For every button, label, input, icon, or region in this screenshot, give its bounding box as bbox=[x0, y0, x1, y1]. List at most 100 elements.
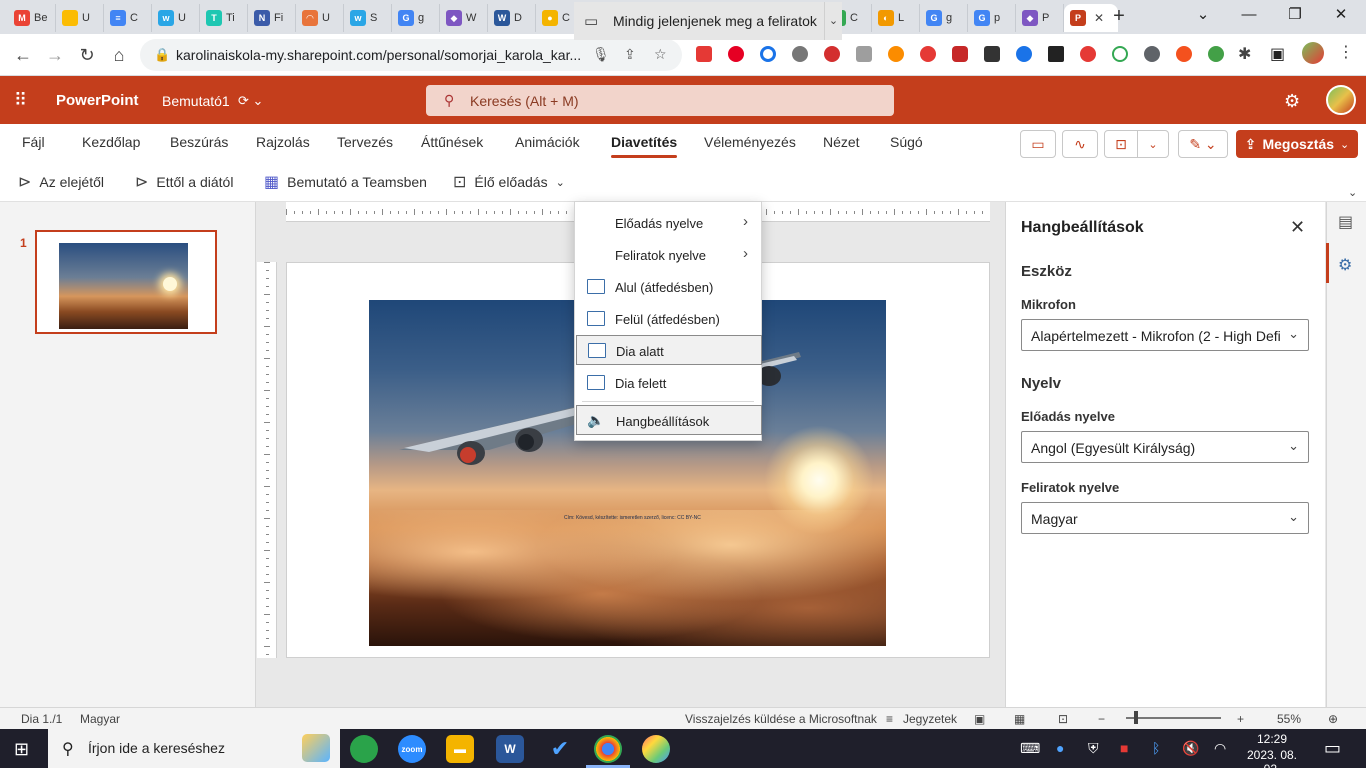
reading-view-icon[interactable]: ⊡ bbox=[1058, 712, 1068, 726]
sorter-view-icon[interactable]: ▦ bbox=[1014, 712, 1025, 726]
maximize-button[interactable]: ❐ bbox=[1272, 0, 1318, 32]
fit-to-window-icon[interactable]: ⊕ bbox=[1328, 712, 1338, 726]
menu-item-top-overlaid[interactable]: Felül (átfedésben) bbox=[576, 304, 762, 334]
subtitle-language-dropdown[interactable]: Magyar ⌄ bbox=[1021, 502, 1309, 534]
tab-nezet[interactable]: Nézet bbox=[823, 134, 860, 150]
taskbar-search-box[interactable]: ⚲ Írjon ide a kereséshez bbox=[48, 729, 340, 768]
paint-app-icon[interactable] bbox=[642, 735, 670, 763]
minimize-button[interactable]: — bbox=[1226, 0, 1272, 32]
tab-kezdolap[interactable]: Kezdőlap bbox=[82, 134, 140, 150]
browser-tab[interactable]: T Ti bbox=[200, 4, 248, 32]
browser-tab[interactable]: M Be bbox=[8, 4, 56, 32]
new-tab-button[interactable]: + bbox=[1108, 6, 1130, 28]
opera-icon[interactable] bbox=[920, 46, 936, 62]
pinterest-icon[interactable] bbox=[728, 46, 744, 62]
app-name[interactable]: PowerPoint bbox=[56, 92, 139, 109]
extension-icon-10[interactable] bbox=[984, 46, 1000, 62]
browser-tab[interactable]: ◐ L bbox=[872, 4, 920, 32]
editing-mode-button[interactable]: ✎ ⌄ bbox=[1178, 130, 1228, 158]
taskbar-app-1[interactable] bbox=[350, 735, 378, 763]
settings-gear-icon[interactable]: ⚙ bbox=[1284, 91, 1300, 112]
browser-tab[interactable]: Gg bbox=[392, 4, 440, 32]
tasks-app-icon[interactable]: ✔ bbox=[546, 735, 574, 763]
browser-tab[interactable]: wS bbox=[344, 4, 392, 32]
browser-tab[interactable]: Gp bbox=[968, 4, 1016, 32]
clock-date[interactable]: 2023. 08. 02. bbox=[1238, 748, 1306, 768]
home-button[interactable]: ⌂ bbox=[108, 44, 130, 66]
menu-item-caption-language[interactable]: Feliratok nyelve › bbox=[576, 240, 762, 270]
notification-center-icon[interactable]: ▭ bbox=[1324, 738, 1341, 759]
share-button[interactable]: ⇪ Megosztás ⌄ bbox=[1236, 130, 1358, 158]
zoom-app-icon[interactable]: zoom bbox=[398, 735, 426, 763]
bookmark-star-icon[interactable]: ☆ bbox=[654, 46, 667, 63]
spoken-language-dropdown[interactable]: Angol (Egyesült Királyság) ⌄ bbox=[1021, 431, 1309, 463]
profile-avatar[interactable] bbox=[1302, 42, 1324, 64]
captions-toggle-button[interactable]: ▭ Mindig jelenjenek meg a feliratok bbox=[574, 2, 824, 40]
extension-icon-4[interactable] bbox=[792, 46, 808, 62]
chrome-app-icon[interactable] bbox=[594, 735, 622, 763]
extension-icon-17[interactable] bbox=[1208, 46, 1224, 62]
extension-icon-16[interactable] bbox=[1176, 46, 1192, 62]
adblock-icon[interactable] bbox=[824, 46, 840, 62]
microphone-icon[interactable]: 🎙 bbox=[592, 46, 610, 63]
tab-tervezes[interactable]: Tervezés bbox=[337, 134, 393, 150]
catch-up-button[interactable]: ∿ bbox=[1062, 130, 1098, 158]
word-app-icon[interactable]: W bbox=[496, 735, 524, 763]
captions-options-chevron[interactable]: ⌄ bbox=[824, 2, 842, 40]
browser-tab[interactable]: WD bbox=[488, 4, 536, 32]
chat-icon[interactable] bbox=[1112, 46, 1128, 62]
back-button[interactable]: ← bbox=[12, 44, 34, 66]
extension-icon-3[interactable] bbox=[760, 46, 776, 62]
language-indicator[interactable]: Magyar bbox=[80, 712, 120, 726]
extension-settings-icon[interactable] bbox=[1144, 46, 1160, 62]
input-method-icon[interactable]: ⌨ bbox=[1020, 740, 1040, 757]
from-current-button[interactable]: ⊳ Ettől a diától bbox=[135, 172, 233, 192]
zoom-out-icon[interactable]: − bbox=[1098, 712, 1105, 726]
extension-icon-12[interactable] bbox=[1048, 46, 1064, 62]
search-highlight-icon[interactable] bbox=[302, 734, 330, 762]
tab-rajzolas[interactable]: Rajzolás bbox=[256, 134, 310, 150]
zoom-in-icon[interactable]: + bbox=[1237, 712, 1244, 726]
comments-button[interactable]: ▭ bbox=[1020, 130, 1056, 158]
tab-search-chevron-icon[interactable]: ⌄ bbox=[1180, 0, 1226, 32]
extension-icon-9[interactable] bbox=[952, 46, 968, 62]
tray-app-icon[interactable]: ● bbox=[1056, 740, 1064, 756]
document-name[interactable]: Bemutató1 bbox=[162, 93, 230, 109]
feedback-link[interactable]: Visszajelzés küldése a Microsoftnak bbox=[685, 712, 877, 726]
app-launcher-icon[interactable]: ⠿ bbox=[14, 91, 32, 109]
notes-button[interactable]: Jegyzetek bbox=[903, 712, 957, 726]
windows-start-icon[interactable]: ⊞ bbox=[14, 739, 29, 760]
browser-tab[interactable]: ◠ U bbox=[296, 4, 344, 32]
search-box[interactable]: ⚲ Keresés (Alt + M) bbox=[426, 85, 894, 116]
security-icon[interactable]: ⛨ bbox=[1088, 740, 1099, 757]
user-avatar[interactable] bbox=[1326, 85, 1356, 115]
tab-diavetites[interactable]: Diavetítés bbox=[611, 134, 678, 158]
present-button[interactable]: ⊡ bbox=[1104, 130, 1138, 158]
tab-attunesek[interactable]: Áttűnések bbox=[421, 134, 483, 150]
extension-icon-1[interactable] bbox=[696, 46, 712, 62]
tray-app-red-icon[interactable]: ■ bbox=[1120, 740, 1128, 756]
browser-tab[interactable]: N Fi bbox=[248, 4, 296, 32]
designer-icon[interactable]: ▤ bbox=[1338, 212, 1353, 232]
reload-button[interactable]: ↻ bbox=[76, 44, 98, 66]
zoom-level[interactable]: 55% bbox=[1277, 712, 1301, 726]
omnibox[interactable]: 🔒 karolinaiskola-my.sharepoint.com/perso… bbox=[140, 39, 682, 71]
menu-item-audio-settings[interactable]: 🔈 Hangbeállítások bbox=[576, 405, 762, 435]
present-teams-button[interactable]: ▦ Bemutató a Teamsben bbox=[264, 172, 427, 192]
from-beginning-button[interactable]: ⊳ Az elejétől bbox=[18, 172, 104, 192]
menu-item-spoken-language[interactable]: Előadás nyelve › bbox=[576, 208, 762, 238]
menu-item-bottom-overlaid[interactable]: Alul (átfedésben) bbox=[576, 272, 762, 302]
audio-settings-rail-icon[interactable]: ⚙ bbox=[1338, 255, 1352, 275]
thumbnail-image[interactable] bbox=[59, 243, 188, 329]
notes-icon[interactable]: ≡ bbox=[886, 712, 893, 726]
clock-time[interactable]: 12:29 bbox=[1246, 732, 1298, 746]
browser-tab[interactable]: ◆ W bbox=[440, 4, 488, 32]
tab-sugo[interactable]: Súgó bbox=[890, 134, 923, 150]
close-window-button[interactable]: ✕ bbox=[1318, 0, 1364, 32]
present-dropdown-button[interactable]: ⌄ bbox=[1137, 130, 1169, 158]
menu-item-below-slide[interactable]: Dia alatt bbox=[576, 335, 762, 365]
close-tab-icon[interactable]: ✕ bbox=[1094, 11, 1104, 25]
sync-status-chevron-icon[interactable]: ⟳ ⌄ bbox=[238, 93, 263, 109]
close-pane-icon[interactable]: ✕ bbox=[1290, 217, 1305, 238]
file-explorer-icon[interactable]: ▬ bbox=[446, 735, 474, 763]
